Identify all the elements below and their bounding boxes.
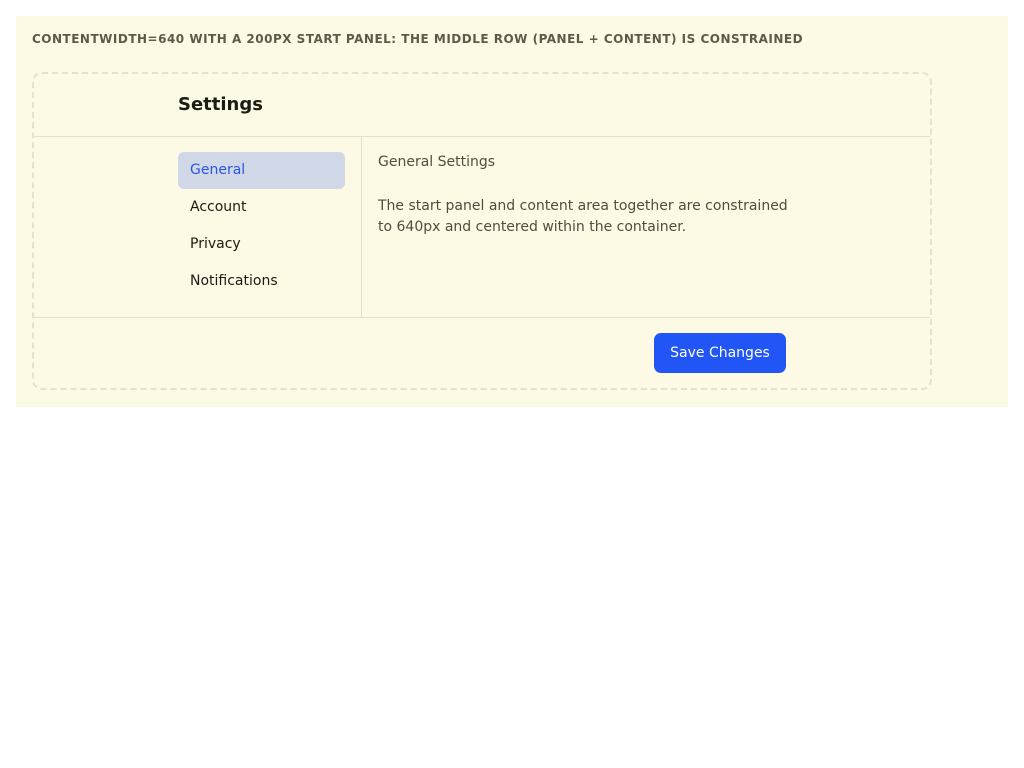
start-panel: General Account Privacy Notifications	[178, 152, 345, 300]
save-button[interactable]: Save Changes	[654, 333, 786, 373]
footer-row: Save Changes	[34, 317, 930, 388]
demo-frame: CONTENTWIDTH=640 WITH A 200PX START PANE…	[16, 16, 1008, 407]
nav-item-account[interactable]: Account	[178, 189, 345, 226]
demo-caption: CONTENTWIDTH=640 WITH A 200PX START PANE…	[32, 32, 804, 46]
nav-item-notifications[interactable]: Notifications	[178, 263, 345, 300]
panel-divider	[361, 136, 362, 317]
nav-item-general[interactable]: General	[178, 152, 345, 189]
section-body: The start panel and content area togethe…	[378, 198, 788, 235]
content-area: General Settings The start panel and con…	[378, 152, 798, 238]
page-title: Settings	[178, 94, 263, 115]
layout-container: Settings General Account Privacy Notific…	[32, 72, 932, 390]
middle-row: General Account Privacy Notifications Ge…	[34, 136, 930, 318]
nav-item-privacy[interactable]: Privacy	[178, 226, 345, 263]
section-title: General Settings	[378, 154, 496, 170]
header-row: Settings	[34, 74, 930, 137]
